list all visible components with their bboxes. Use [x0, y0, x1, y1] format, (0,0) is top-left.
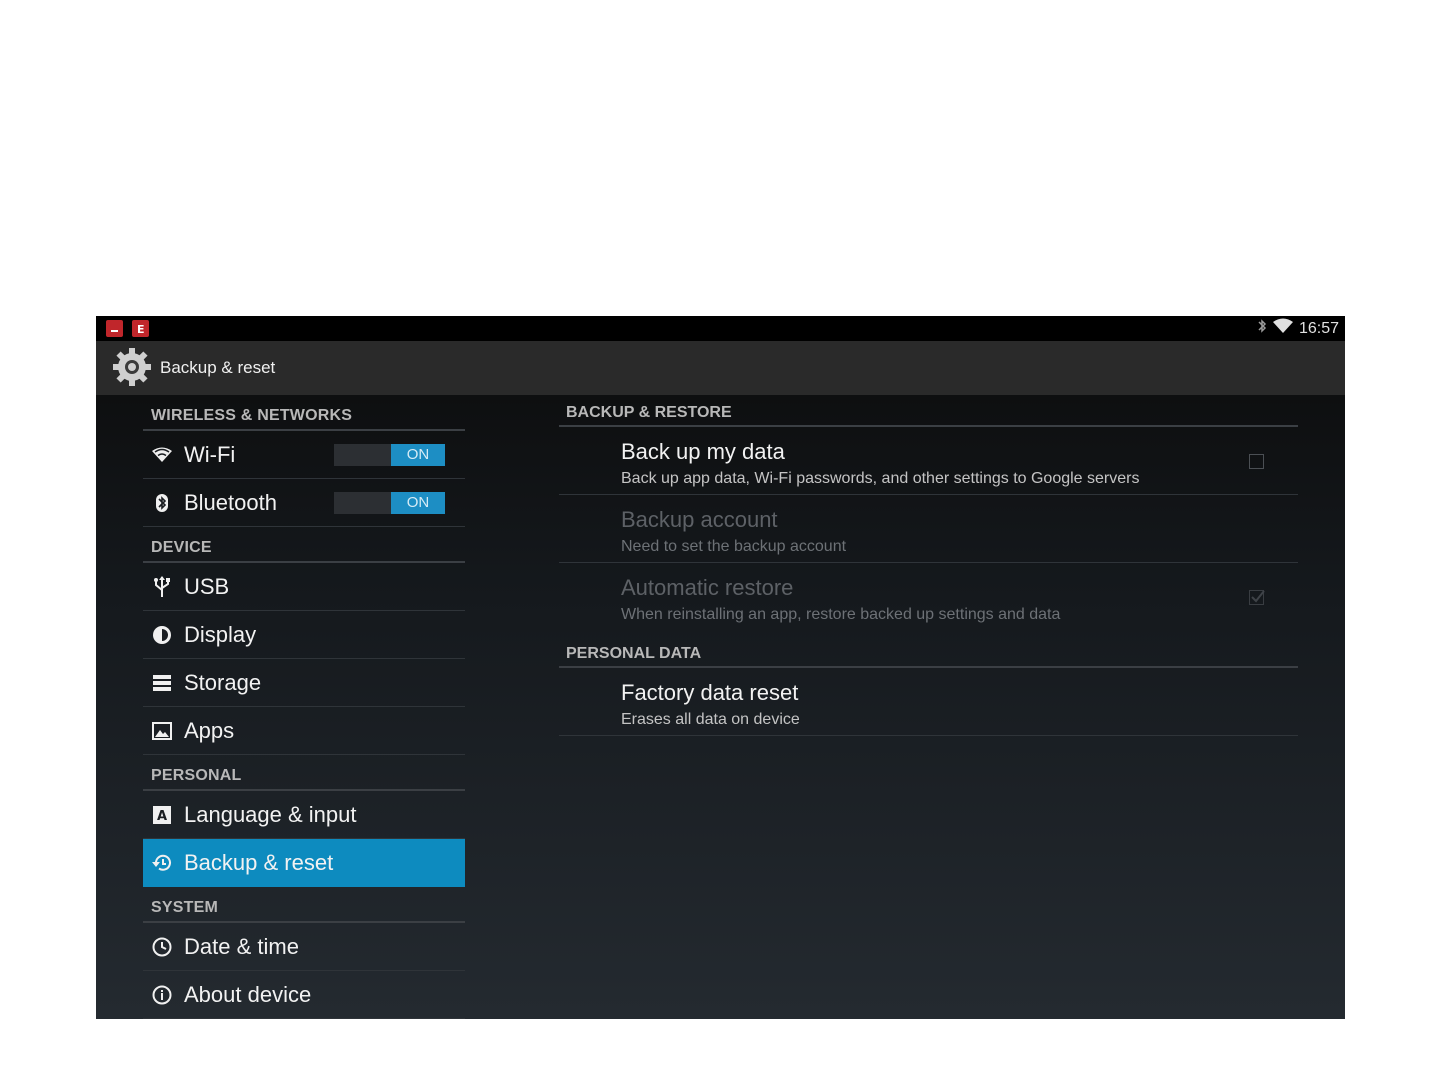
nav-item-date-time[interactable]: Date & time: [143, 923, 465, 971]
nav-item-wifi[interactable]: Wi-Fi ON: [143, 431, 465, 479]
settings-gear-icon[interactable]: [110, 345, 154, 389]
automatic-restore-checkbox: [1249, 590, 1265, 605]
nav-item-apps[interactable]: Apps: [143, 707, 465, 755]
section-header-device: DEVICE: [143, 527, 465, 563]
usb-icon: [151, 576, 173, 598]
bluetooth-icon: [1257, 318, 1267, 339]
nav-item-label: USB: [184, 574, 230, 599]
nav-item-about-device[interactable]: About device: [143, 971, 465, 1019]
keyboard-a-icon: A: [151, 804, 173, 826]
nav-item-label: Storage: [184, 670, 262, 695]
setting-title: Automatic restore: [621, 575, 794, 600]
setting-title: Back up my data: [621, 439, 785, 464]
wifi-icon: [1272, 318, 1293, 339]
setting-backup-account: Backup account Need to set the backup ac…: [559, 495, 1298, 563]
nav-item-storage[interactable]: Storage: [143, 659, 465, 707]
notification-e-icon[interactable]: E: [132, 320, 149, 337]
nav-item-label: Language & input: [184, 802, 357, 827]
restore-icon: [151, 852, 173, 874]
svg-text:A: A: [157, 809, 167, 824]
nav-item-label: About device: [184, 982, 312, 1007]
toggle-state: ON: [391, 492, 445, 514]
setting-title: Backup account: [621, 507, 778, 532]
info-icon: [151, 984, 173, 1006]
nav-item-label: Bluetooth: [184, 490, 277, 515]
setting-automatic-restore: Automatic restore When reinstalling an a…: [559, 563, 1298, 631]
bluetooth-icon: [151, 492, 173, 514]
apps-icon: [151, 720, 173, 742]
section-header-system: SYSTEM: [143, 887, 465, 923]
brightness-icon: [151, 624, 173, 646]
section-header-backup-restore: BACKUP & RESTORE: [559, 395, 1298, 427]
nav-item-label: Apps: [184, 718, 235, 743]
nav-item-display[interactable]: Display: [143, 611, 465, 659]
storage-icon: [151, 672, 173, 694]
setting-title: Factory data reset: [621, 680, 799, 705]
setting-factory-data-reset[interactable]: Factory data reset Erases all data on de…: [559, 668, 1298, 736]
nav-item-usb[interactable]: USB: [143, 563, 465, 611]
setting-backup-my-data[interactable]: Back up my data Back up app data, Wi-Fi …: [559, 427, 1298, 495]
nav-item-label: Date & time: [184, 934, 299, 959]
nav-item-label: Wi-Fi: [184, 442, 236, 467]
nav-item-label: Display: [184, 622, 257, 647]
wifi-icon: [151, 444, 173, 466]
toggle-state: ON: [391, 444, 445, 466]
status-time: 16:57: [1298, 319, 1339, 337]
nav-item-label: Backup & reset: [184, 850, 334, 875]
setting-summary: Erases all data on device: [621, 711, 800, 728]
android-settings-screen: E 16:57 Backup & reset WIRELESS & NETWOR…: [96, 316, 1345, 1019]
setting-summary: Need to set the backup account: [621, 538, 847, 555]
setting-summary: Back up app data, Wi-Fi passwords, and o…: [621, 470, 1140, 487]
settings-detail-pane: BACKUP & RESTORE Back up my data Back up…: [559, 395, 1298, 736]
nav-item-backup-reset[interactable]: Backup & reset: [143, 839, 465, 887]
wifi-toggle[interactable]: ON: [334, 444, 445, 466]
notification-red-icon[interactable]: [106, 320, 123, 337]
section-header-personal: PERSONAL: [143, 755, 465, 791]
nav-item-bluetooth[interactable]: Bluetooth ON: [143, 479, 465, 527]
settings-nav: WIRELESS & NETWORKS Wi-Fi ON Bluetooth O…: [143, 395, 465, 1019]
check-icon: [1251, 590, 1265, 603]
status-bar: E 16:57: [96, 316, 1345, 341]
setting-summary: When reinstalling an app, restore backed…: [621, 606, 1061, 623]
section-header-personal-data: PERSONAL DATA: [559, 631, 1298, 668]
section-header-wireless: WIRELESS & NETWORKS: [143, 395, 465, 431]
bluetooth-toggle[interactable]: ON: [334, 492, 445, 514]
backup-data-checkbox[interactable]: [1249, 454, 1264, 469]
nav-item-language-input[interactable]: A Language & input: [143, 791, 465, 839]
action-bar: Backup & reset: [96, 341, 1345, 395]
page-title: Backup & reset: [160, 358, 276, 377]
clock-icon: [151, 936, 173, 958]
svg-text:E: E: [137, 323, 145, 336]
